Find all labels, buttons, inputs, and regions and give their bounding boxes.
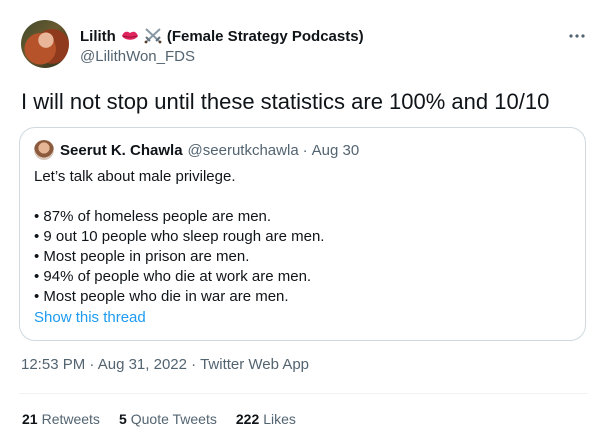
show-thread-link[interactable]: Show this thread <box>34 309 146 326</box>
quoted-bullet: • 87% of homeless people are men. <box>34 208 272 225</box>
divider <box>19 393 588 394</box>
likes-count: 222 <box>235 411 260 427</box>
tweet-metadata: 12:53 PM · Aug 31, 2022 · Twitter Web Ap… <box>21 356 309 373</box>
quoted-bullet: • Most people who die in war are men. <box>34 288 289 305</box>
quoted-tweet-header: Seerut K. Chawla @seerutkchawla · Aug 30 <box>34 140 359 160</box>
quote-tweets-stat[interactable]: 5 Quote Tweets <box>119 411 217 427</box>
tweet-text: I will not stop until these statistics a… <box>21 89 550 114</box>
quoted-author-avatar <box>34 140 54 160</box>
tweet-card: Lilith (Female Strategy Podcasts) @Lilit… <box>0 0 607 447</box>
author-display-name-suffix[interactable]: (Female Strategy Podcasts) <box>167 28 364 45</box>
quoted-bullet: • 9 out 10 people who sleep rough are me… <box>34 228 325 245</box>
quoted-separator: · <box>302 141 308 159</box>
quoted-tweet-text: Let’s talk about male privilege. • 87% o… <box>34 167 324 307</box>
quoted-author-handle: @seerutkchawla <box>187 141 299 159</box>
quoted-date: Aug 30 <box>311 141 360 159</box>
quoted-tweet[interactable]: Seerut K. Chawla @seerutkchawla · Aug 30… <box>19 127 586 341</box>
author-name-row[interactable]: Lilith (Female Strategy Podcasts) <box>80 26 577 46</box>
crossed-swords-icon <box>144 28 162 44</box>
likes-label: Likes <box>263 411 296 427</box>
quoted-blank-line <box>34 187 324 207</box>
author-handle[interactable]: @LilithWon_FDS <box>80 48 577 65</box>
tweet-date[interactable]: Aug 31, 2022 <box>98 356 187 373</box>
retweets-label: Retweets <box>41 411 100 427</box>
tweet-time[interactable]: 12:53 PM <box>21 356 85 373</box>
tweet-source[interactable]: Twitter Web App <box>200 356 309 373</box>
retweets-stat[interactable]: 21 Retweets <box>22 411 100 427</box>
lips-icon <box>121 31 138 40</box>
quoted-bullet: • 94% of people who die at work are men. <box>34 268 312 285</box>
quoted-intro: Let’s talk about male privilege. <box>34 168 236 185</box>
metadata-separator: · <box>191 356 201 373</box>
tweet-header: Lilith (Female Strategy Podcasts) @Lilit… <box>80 26 577 66</box>
more-options-icon[interactable] <box>567 28 587 44</box>
author-display-name[interactable]: Lilith <box>80 28 116 45</box>
quoted-author-name: Seerut K. Chawla <box>60 141 183 159</box>
author-avatar[interactable] <box>21 20 69 68</box>
engagement-stats: 21 Retweets 5 Quote Tweets 222 Likes <box>22 411 315 427</box>
quoted-bullet: • Most people in prison are men. <box>34 248 250 265</box>
quote-tweets-label: Quote Tweets <box>130 411 217 427</box>
quote-tweets-count: 5 <box>118 411 127 427</box>
metadata-separator: · <box>89 356 98 373</box>
likes-stat[interactable]: 222 Likes <box>236 411 296 427</box>
retweets-count: 21 <box>22 411 38 427</box>
